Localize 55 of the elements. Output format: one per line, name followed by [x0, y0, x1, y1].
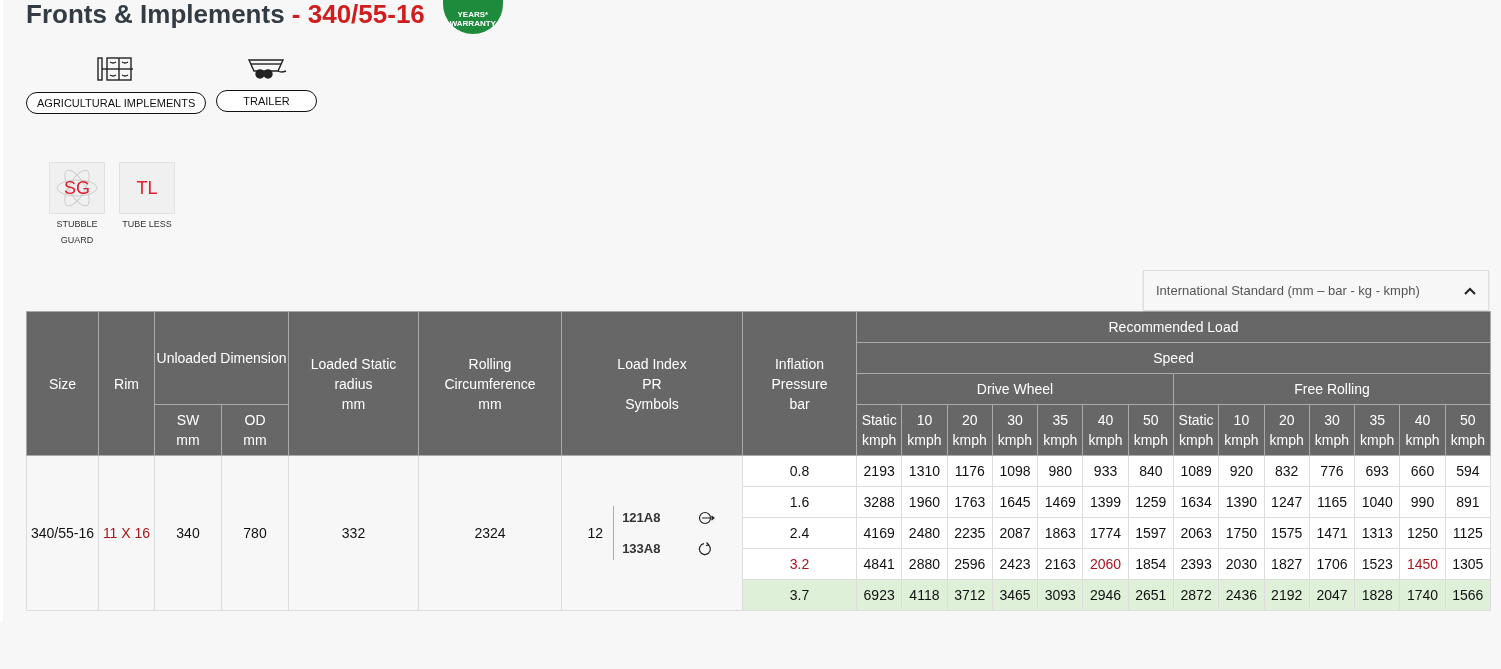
header-cell: 50 kmph: [1445, 404, 1491, 456]
table-cell: 2.4: [742, 517, 857, 549]
implement-frame-icon: [97, 56, 136, 82]
header-cell: Static kmph: [856, 404, 902, 456]
header-cell: Speed: [856, 342, 1491, 374]
header-cell: SW mm: [154, 404, 222, 456]
warranty-badge: YEARS* WARRANTY: [442, 0, 503, 34]
application-tag[interactable]: TRAILER: [216, 90, 317, 112]
feature-tile: TL: [119, 162, 175, 214]
header-cell: 10 kmph: [901, 404, 948, 456]
unit-dropdown[interactable]: International Standard (mm – bar - kg - kmph): [1143, 270, 1489, 311]
header-cell: Unloaded Dimension: [154, 311, 289, 405]
header-cell: OD mm: [221, 404, 289, 456]
header-cell: Loaded Static radius mm: [288, 311, 419, 456]
trailer-icon: [246, 56, 287, 80]
header-cell: Static kmph: [1173, 404, 1219, 456]
rotation-icon: [698, 541, 713, 556]
header-cell: 35 kmph: [1354, 404, 1400, 456]
table-cell: 1.6: [742, 486, 857, 518]
table-cell: 340/55-16: [26, 455, 99, 611]
table-cell: 340: [154, 455, 222, 611]
header-cell: 30 kmph: [1309, 404, 1355, 456]
header-cell: 20 kmph: [1264, 404, 1310, 456]
header-cell: 30 kmph: [992, 404, 1038, 456]
header-cell: Free Rolling: [1173, 373, 1491, 405]
circle-arrow-icon: [698, 510, 717, 525]
feature-tile: SG: [49, 162, 105, 214]
header-cell: Drive Wheel: [856, 373, 1174, 405]
header-cell: Load Index PR Symbols: [561, 311, 743, 456]
table-cell: 3.7: [742, 579, 857, 611]
ply-rating: 12: [587, 525, 604, 541]
table-cell: 332: [288, 455, 419, 611]
header-cell: 40 kmph: [1399, 404, 1446, 456]
table-cell: 11 X 16: [98, 455, 155, 611]
caret-icon: [1464, 286, 1476, 295]
table-cell: 3.2: [742, 548, 857, 580]
header-cell: 20 kmph: [947, 404, 993, 456]
header-cell: Recommended Load: [856, 311, 1491, 343]
header-cell: 40 kmph: [1082, 404, 1129, 456]
header-cell: 35 kmph: [1037, 404, 1083, 456]
feature-label: TUBE LESS: [122, 218, 172, 231]
load-index: 121A8: [622, 510, 661, 525]
header-cell: 50 kmph: [1128, 404, 1174, 456]
header-cell: Size: [26, 311, 99, 456]
header-cell: 10 kmph: [1218, 404, 1265, 456]
header-cell: Rim: [98, 311, 155, 456]
header-cell: Rolling Circumference mm: [418, 311, 562, 456]
page-title: Fronts & Implements - 340/55-16: [26, 0, 425, 28]
table-cell: 780: [221, 455, 289, 611]
table-cell: 0.8: [742, 455, 857, 487]
feature-label: STUBBLE GUARD: [55, 218, 99, 247]
header-cell: Inflation Pressure bar: [742, 311, 857, 456]
load-index: 133A8: [622, 541, 661, 556]
application-tag[interactable]: AGRICULTURAL IMPLEMENTS: [26, 92, 207, 114]
table-cell: 2324: [418, 455, 562, 611]
